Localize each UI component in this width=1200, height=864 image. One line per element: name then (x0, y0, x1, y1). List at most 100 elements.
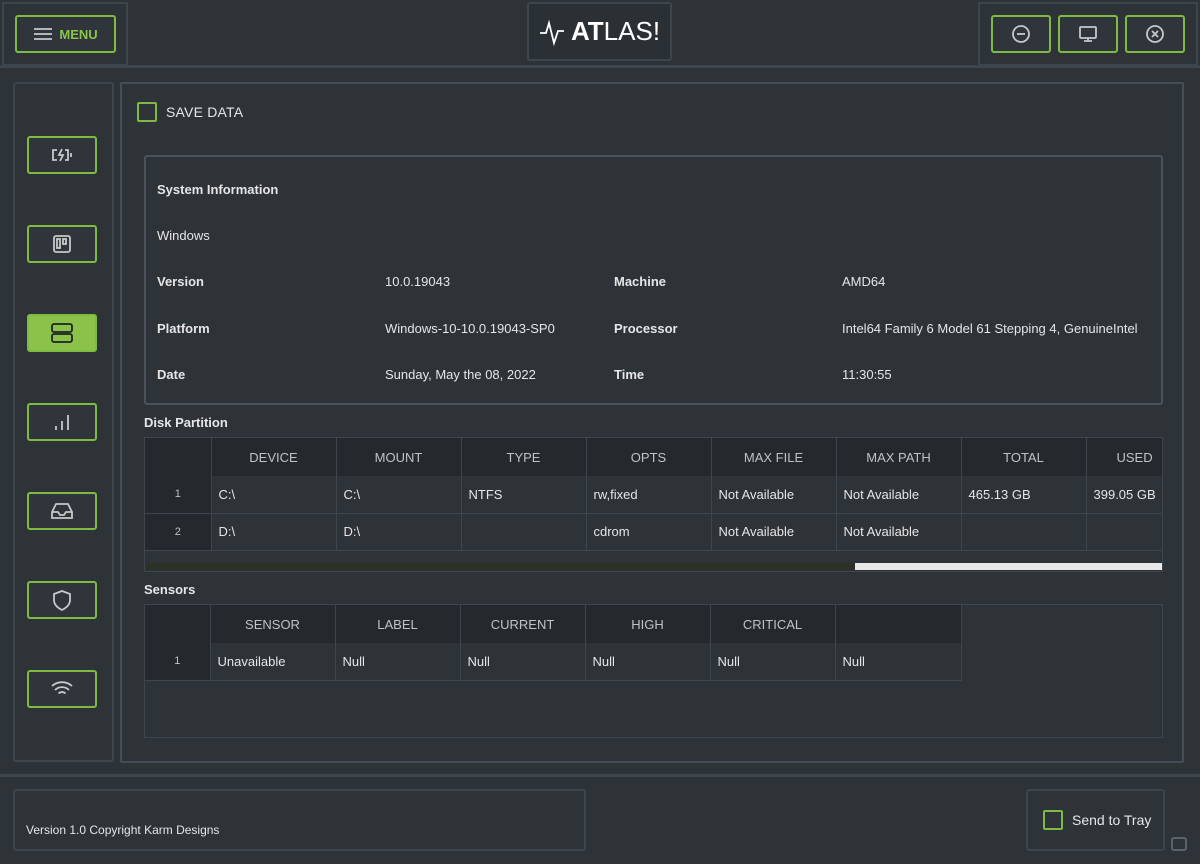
table-row[interactable]: 2 D:\ D:\ cdrom Not Available Not Availa… (145, 513, 1162, 551)
send-to-tray-label: Send to Tray (1072, 812, 1152, 828)
table-cell[interactable]: C:\ (336, 476, 462, 514)
processor-label: Processor (614, 321, 678, 336)
machine-label: Machine (614, 274, 667, 289)
close-button[interactable] (1125, 15, 1185, 53)
column-header[interactable]: LABEL (335, 605, 461, 643)
table-cell[interactable]: cdrom (586, 513, 712, 551)
platform-value: Windows-10-10.0.19043-SP0 (385, 321, 555, 336)
processor-value: Intel64 Family 6 Model 61 Stepping 4, Ge… (842, 321, 1138, 336)
table-cell[interactable]: Not Available (711, 513, 837, 551)
column-header[interactable]: MOUNT (336, 438, 462, 476)
logo-text: LAS! (603, 16, 661, 46)
column-header[interactable]: USED (1086, 438, 1162, 476)
version-panel (13, 789, 586, 851)
table-cell[interactable]: Not Available (836, 513, 962, 551)
column-header[interactable]: OPTS (586, 438, 712, 476)
table-cell[interactable]: Not Available (711, 476, 837, 514)
sidebar-item-inbox[interactable] (27, 492, 97, 530)
row-index: 1 (145, 643, 211, 681)
row-header-corner (145, 605, 211, 643)
table-cell[interactable]: Null (460, 643, 586, 681)
shield-icon (53, 590, 71, 611)
battery-icon (52, 148, 72, 162)
minimize-button[interactable] (991, 15, 1051, 53)
sidebar-item-battery[interactable] (27, 136, 97, 174)
table-cell[interactable]: Null (710, 643, 836, 681)
table-header-row: DEVICE MOUNT TYPE OPTS MAX FILE MAX PATH… (145, 438, 1162, 476)
column-header[interactable]: CRITICAL (710, 605, 836, 643)
sidebar-item-network[interactable] (27, 670, 97, 708)
machine-value: AMD64 (842, 274, 886, 289)
disk-partition-title: Disk Partition (144, 415, 228, 430)
os-name: Windows (157, 228, 210, 243)
menu-label: MENU (59, 26, 98, 42)
pulse-icon (539, 19, 564, 46)
table-row[interactable]: 1 Unavailable Null Null Null Null Null (145, 643, 962, 681)
sensors-table[interactable]: SENSOR LABEL CURRENT HIGH CRITICAL 1 Una… (144, 604, 1163, 738)
column-header[interactable]: SENSOR (210, 605, 336, 643)
table-cell[interactable]: NTFS (461, 476, 587, 514)
sidebar-item-server[interactable] (27, 314, 97, 352)
sidebar-item-security[interactable] (27, 581, 97, 619)
row-header-corner (145, 438, 212, 476)
time-value: 11:30:55 (842, 367, 892, 382)
table-cell[interactable]: rw,fixed (586, 476, 712, 514)
time-label: Time (614, 367, 645, 382)
column-header[interactable]: MAX FILE (711, 438, 837, 476)
send-to-tray-checkbox[interactable] (1043, 810, 1063, 830)
table-cell[interactable]: D:\ (211, 513, 337, 551)
scrollbar-thumb[interactable] (855, 563, 1162, 570)
close-icon (1146, 25, 1164, 43)
app-logo: AT LAS! (527, 2, 672, 61)
version-label: Version (157, 274, 204, 289)
row-index: 2 (145, 513, 212, 551)
table-cell[interactable]: Unavailable (210, 643, 336, 681)
sidebar-item-stats[interactable] (27, 403, 97, 441)
table-cell[interactable]: 465.13 GB (961, 476, 1087, 514)
column-header[interactable]: CURRENT (460, 605, 586, 643)
save-data-label: SAVE DATA (166, 104, 244, 120)
sidebar-item-board[interactable] (27, 225, 97, 263)
resize-grip-icon[interactable] (1171, 837, 1187, 851)
column-header[interactable]: TOTAL (961, 438, 1087, 476)
table-cell[interactable]: C:\ (211, 476, 337, 514)
board-icon (53, 235, 71, 253)
footer-divider (0, 774, 1200, 777)
table-cell[interactable] (961, 513, 1087, 551)
column-header[interactable]: TYPE (461, 438, 587, 476)
version-text: Version 1.0 Copyright Karm Designs (26, 823, 220, 837)
date-value: Sunday, May the 08, 2022 (385, 367, 536, 382)
column-header[interactable]: MAX PATH (836, 438, 962, 476)
wifi-icon (51, 681, 73, 698)
table-cell[interactable]: Null (585, 643, 711, 681)
column-header[interactable]: DEVICE (211, 438, 337, 476)
server-icon (51, 323, 73, 343)
logo-bold-text: AT (570, 16, 604, 46)
table-cell[interactable]: Null (835, 643, 962, 681)
bar-chart-icon (55, 415, 69, 430)
monitor-icon (1079, 26, 1097, 42)
table-cell[interactable] (1086, 513, 1162, 551)
table-cell[interactable]: 399.05 GB (1086, 476, 1162, 514)
inbox-icon (51, 503, 73, 519)
table-header-row: SENSOR LABEL CURRENT HIGH CRITICAL (145, 605, 962, 643)
disk-partition-table[interactable]: DEVICE MOUNT TYPE OPTS MAX FILE MAX PATH… (144, 437, 1163, 572)
minimize-icon (1012, 25, 1030, 43)
platform-label: Platform (157, 321, 210, 336)
column-header[interactable]: HIGH (585, 605, 711, 643)
menu-button[interactable]: MENU (15, 15, 116, 53)
save-data-checkbox[interactable] (137, 102, 157, 122)
row-index: 1 (145, 476, 212, 514)
table-cell[interactable] (461, 513, 587, 551)
system-info-title: System Information (157, 182, 279, 197)
maximize-button[interactable] (1058, 15, 1118, 53)
table-cell[interactable]: D:\ (336, 513, 462, 551)
table-cell[interactable]: Not Available (836, 476, 962, 514)
date-label: Date (157, 367, 186, 382)
version-value: 10.0.19043 (385, 274, 451, 289)
hamburger-icon (34, 28, 53, 40)
table-cell[interactable]: Null (335, 643, 461, 681)
sensors-title: Sensors (144, 582, 196, 597)
column-header[interactable] (835, 605, 962, 643)
table-row[interactable]: 1 C:\ C:\ NTFS rw,fixed Not Available No… (145, 476, 1162, 514)
